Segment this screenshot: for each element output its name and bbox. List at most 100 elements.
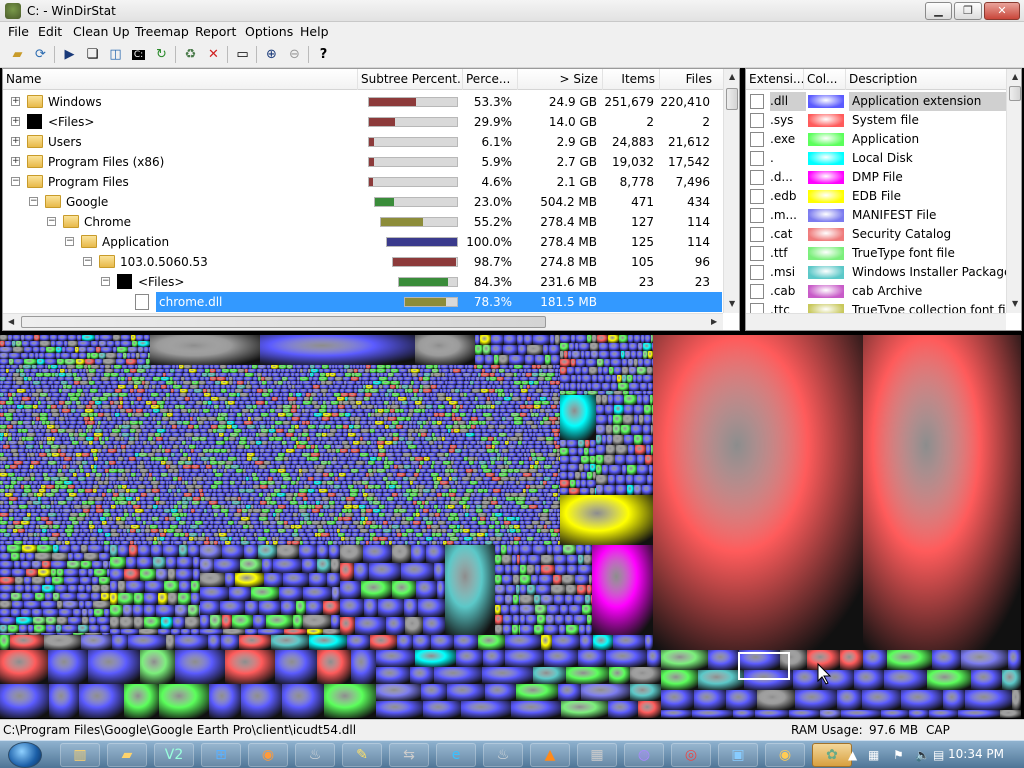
treemap-tile[interactable] xyxy=(373,509,381,513)
treemap-tile[interactable] xyxy=(379,513,385,517)
treemap-tile[interactable] xyxy=(313,377,319,381)
treemap-tile[interactable] xyxy=(7,529,13,533)
treemap-tile[interactable] xyxy=(81,545,88,553)
treemap-tile[interactable] xyxy=(141,449,144,453)
treemap-tile[interactable] xyxy=(513,441,518,445)
treemap-tile[interactable] xyxy=(278,453,285,457)
treemap-tile[interactable] xyxy=(517,445,524,449)
treemap-tile[interactable] xyxy=(570,456,581,464)
treemap-tile[interactable] xyxy=(79,441,83,445)
treemap-tile[interactable] xyxy=(218,513,225,517)
treemap-tile[interactable] xyxy=(366,541,369,545)
treemap-tile[interactable] xyxy=(365,461,368,465)
treemap-tile[interactable] xyxy=(442,437,445,441)
treemap-tile[interactable] xyxy=(510,529,516,533)
treemap-tile[interactable] xyxy=(438,505,442,509)
treemap-tile[interactable] xyxy=(634,359,638,367)
treemap-tile[interactable] xyxy=(410,493,418,497)
treemap-tile[interactable] xyxy=(4,381,13,385)
treemap-tile[interactable] xyxy=(582,375,592,383)
treemap-tile[interactable] xyxy=(256,529,264,533)
treemap-tile[interactable] xyxy=(531,425,538,429)
treemap-tile[interactable] xyxy=(130,429,136,433)
treemap-tile[interactable] xyxy=(0,405,3,409)
treemap-tile[interactable] xyxy=(111,465,115,469)
treemap-tile[interactable] xyxy=(514,525,520,529)
treemap-tile[interactable] xyxy=(427,481,434,485)
treemap-tile[interactable] xyxy=(534,537,542,541)
treemap-tile[interactable] xyxy=(445,373,448,377)
treemap-tile[interactable] xyxy=(283,393,289,397)
treemap-tile[interactable] xyxy=(526,485,530,489)
treemap-tile[interactable] xyxy=(75,347,79,353)
treemap-tile[interactable] xyxy=(283,421,291,425)
column-size[interactable]: > Size xyxy=(518,69,603,90)
treemap-tile[interactable] xyxy=(107,385,112,389)
treemap-tile[interactable] xyxy=(432,541,437,545)
treemap-tile[interactable] xyxy=(118,405,123,409)
treemap-tile[interactable] xyxy=(277,521,284,525)
treemap-tile[interactable] xyxy=(373,537,379,541)
treemap-tile[interactable] xyxy=(13,425,17,429)
treemap-tile[interactable] xyxy=(557,405,560,409)
treemap-tile[interactable] xyxy=(496,429,504,433)
treemap-tile[interactable] xyxy=(3,481,11,485)
treemap-tile[interactable] xyxy=(286,469,295,473)
treemap-tile[interactable] xyxy=(453,369,461,373)
treemap-tile[interactable] xyxy=(486,445,492,449)
treemap-tile[interactable] xyxy=(160,405,164,409)
treemap-tile[interactable] xyxy=(472,541,480,545)
treemap-tile[interactable] xyxy=(74,553,84,561)
treemap-tile[interactable] xyxy=(419,389,423,393)
treemap-tile[interactable] xyxy=(143,433,148,437)
treemap-tile[interactable] xyxy=(634,435,643,445)
treemap-tile[interactable] xyxy=(352,533,359,537)
treemap-tile[interactable] xyxy=(216,373,219,377)
treemap-tile[interactable] xyxy=(38,497,41,501)
treemap-tile[interactable] xyxy=(523,513,528,517)
treemap-tile[interactable] xyxy=(243,493,250,497)
treemap-tile[interactable] xyxy=(84,457,87,461)
treemap-tile[interactable] xyxy=(103,359,116,365)
treemap-tile[interactable] xyxy=(231,445,237,449)
treemap-tile[interactable] xyxy=(294,485,299,489)
treemap-tile[interactable] xyxy=(391,481,398,485)
treemap-tile[interactable] xyxy=(459,409,468,413)
treemap-tile[interactable] xyxy=(160,489,168,493)
treemap-tile[interactable] xyxy=(527,425,531,429)
treemap-tile[interactable] xyxy=(127,529,130,533)
treemap-tile[interactable] xyxy=(104,373,111,377)
treemap-tile[interactable] xyxy=(550,401,554,405)
treemap-tile[interactable] xyxy=(325,541,328,545)
treemap-tile[interactable] xyxy=(511,369,519,373)
treemap-tile[interactable] xyxy=(119,433,122,437)
treemap-tile[interactable] xyxy=(218,541,221,545)
treemap-tile[interactable] xyxy=(68,553,74,561)
treemap-tile[interactable] xyxy=(98,449,102,453)
treemap-tile[interactable] xyxy=(208,429,213,433)
treemap-tile[interactable] xyxy=(476,393,485,397)
treemap-tile[interactable] xyxy=(14,401,21,405)
treemap-tile[interactable] xyxy=(530,449,535,453)
treemap-tile[interactable] xyxy=(148,513,154,517)
treemap-tile[interactable] xyxy=(59,609,73,617)
treemap-tile[interactable] xyxy=(166,373,175,377)
treemap-tile[interactable] xyxy=(163,525,170,529)
treemap-tile[interactable] xyxy=(10,465,18,469)
treemap-tile[interactable] xyxy=(257,397,265,401)
treemap-tile[interactable] xyxy=(267,421,270,425)
treemap-tile[interactable] xyxy=(89,617,97,625)
treemap-tile[interactable] xyxy=(33,501,42,505)
treemap-tile[interactable] xyxy=(560,391,566,395)
treemap-tile[interactable] xyxy=(454,365,457,369)
treemap-tile[interactable] xyxy=(45,409,51,413)
treemap-tile[interactable] xyxy=(485,355,494,365)
treemap-tile[interactable] xyxy=(70,461,73,465)
treemap-tile[interactable] xyxy=(14,537,23,541)
treemap-tile[interactable] xyxy=(497,453,501,457)
treemap-tile[interactable] xyxy=(144,449,152,453)
treemap-tile[interactable] xyxy=(112,417,117,421)
treemap-tile[interactable] xyxy=(253,445,259,449)
treemap-tile[interactable] xyxy=(125,521,128,525)
treemap-tile[interactable] xyxy=(125,469,131,473)
